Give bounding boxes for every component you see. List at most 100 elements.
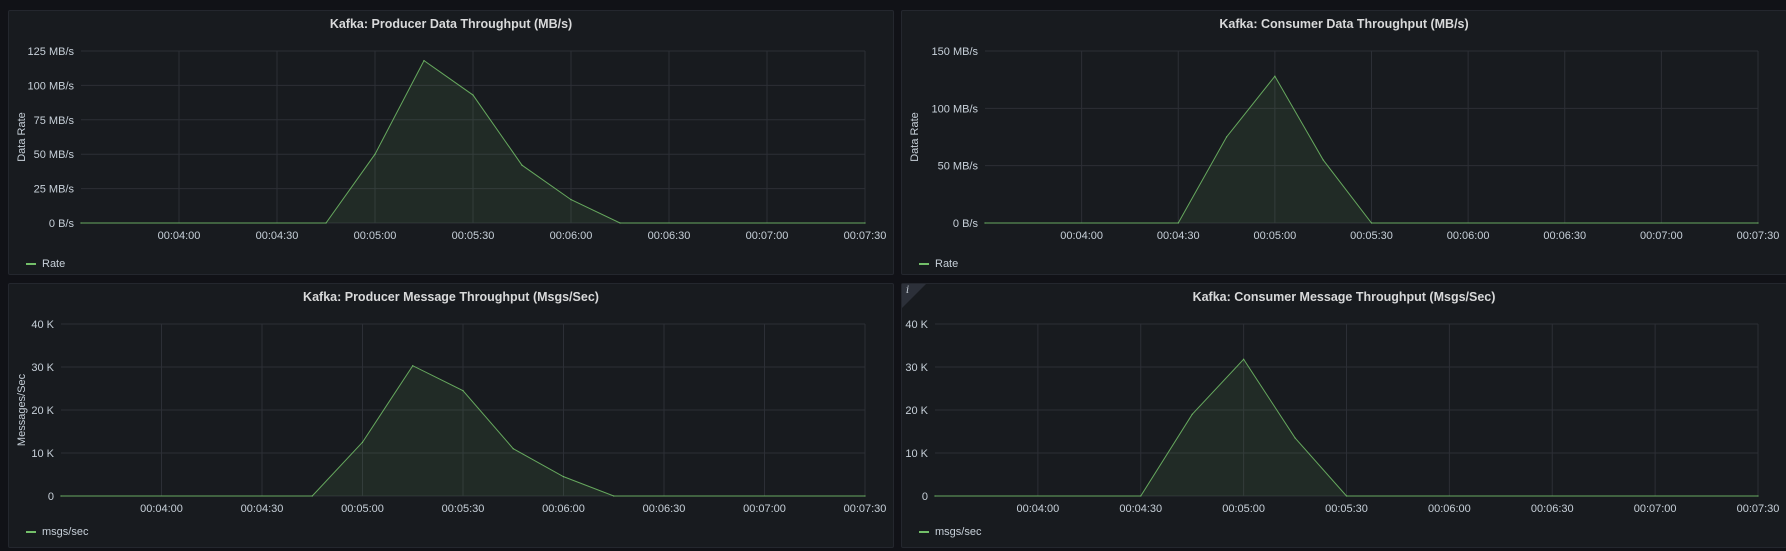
x-tick-label: 00:05:00	[1253, 230, 1296, 242]
x-tick-label: 00:06:00	[550, 230, 593, 242]
y-tick-label: 0	[48, 491, 54, 503]
legend-label: Rate	[935, 258, 959, 270]
data-point	[613, 495, 615, 497]
legend[interactable]: msgs/sec	[919, 526, 981, 538]
y-tick-label: 50 MB/s	[938, 161, 979, 173]
data-point	[1274, 75, 1276, 77]
data-point	[1345, 495, 1348, 497]
legend[interactable]: Rate	[919, 258, 958, 270]
legend[interactable]: Rate	[26, 258, 65, 270]
data-point	[521, 164, 523, 166]
data-point	[60, 495, 62, 497]
x-tick-label: 00:05:30	[452, 230, 495, 242]
x-tick-label: 00:04:30	[1157, 230, 1200, 242]
legend-swatch	[26, 531, 36, 533]
x-tick-label: 00:06:30	[1543, 230, 1586, 242]
x-tick-label: 00:04:00	[1060, 230, 1103, 242]
consumer-data-throughput-chart: 0 B/s 50 MB/s 100 MB/s 150 MB/s 00:04:00 00:0…	[909, 46, 1780, 242]
y-tick-label: 0 B/s	[953, 218, 979, 230]
consumer-message-throughput-chart: 0 10 K 20 K 30 K 40 K 00:04:00 00:04:30 00:05:0…	[905, 319, 1779, 515]
x-tick-label: 00:05:00	[354, 230, 397, 242]
x-tick-label: 00:04:00	[1016, 503, 1059, 515]
data-point	[512, 448, 514, 450]
data-point	[864, 222, 866, 224]
legend-swatch	[26, 263, 36, 265]
data-point	[1225, 136, 1228, 138]
x-tick-label: 00:04:30	[241, 503, 284, 515]
data-point	[412, 365, 414, 367]
data-point	[934, 495, 936, 497]
y-tick-label: 125 MB/s	[28, 46, 75, 58]
x-tick-label: 00:06:00	[1447, 230, 1490, 242]
data-point	[1322, 159, 1324, 161]
data-point	[1191, 413, 1193, 415]
x-tick-label: 00:07:30	[844, 503, 887, 515]
data-point	[80, 222, 82, 224]
data-point	[570, 199, 572, 201]
legend-label: Rate	[42, 258, 66, 270]
x-tick-label: 00:07:00	[743, 503, 786, 515]
data-point	[1294, 437, 1296, 439]
data-point	[1243, 358, 1245, 360]
x-tick-label: 00:05:00	[341, 503, 384, 515]
x-tick-label: 00:07:30	[1737, 230, 1780, 242]
x-tick-label: 00:05:00	[1222, 503, 1265, 515]
x-tick-label: 00:06:00	[1428, 503, 1471, 515]
y-axis-label: Data Rate	[16, 112, 28, 162]
data-point	[462, 390, 464, 392]
y-tick-label: 75 MB/s	[34, 115, 75, 127]
producer-message-throughput-panel[interactable]: Kafka: Producer Message Throughput (Msgs…	[8, 283, 894, 548]
data-point	[1177, 222, 1179, 224]
y-tick-label: 20 K	[905, 405, 928, 417]
x-tick-label: 00:04:30	[256, 230, 299, 242]
legend-swatch	[919, 263, 929, 265]
producer-data-throughput-chart: 0 B/s 25 MB/s 50 MB/s 75 MB/s 100 MB/s 125 MB…	[16, 46, 887, 242]
y-axis-label: Data Rate	[909, 112, 921, 162]
y-tick-label: 10 K	[31, 448, 54, 460]
data-point	[1140, 495, 1142, 497]
consumer-message-throughput-panel[interactable]: i Kafka: Consumer Message Throughput (Ms…	[901, 283, 1786, 548]
y-tick-label: 30 K	[31, 362, 54, 374]
x-tick-label: 00:05:30	[442, 503, 485, 515]
producer-data-throughput-panel[interactable]: Kafka: Producer Data Throughput (MB/s) 0…	[8, 10, 894, 275]
x-tick-label: 00:05:30	[1350, 230, 1393, 242]
y-tick-label: 50 MB/s	[34, 149, 75, 161]
consumer-data-throughput-panel[interactable]: Kafka: Consumer Data Throughput (MB/s) 0…	[901, 10, 1786, 275]
y-tick-label: 100 MB/s	[932, 103, 979, 115]
legend[interactable]: msgs/sec	[26, 526, 88, 538]
y-axis-label: Messages/Sec	[16, 373, 28, 446]
y-tick-label: 0 B/s	[49, 218, 75, 230]
y-tick-label: 150 MB/s	[932, 46, 979, 58]
x-tick-label: 00:07:00	[1634, 503, 1677, 515]
x-tick-label: 00:06:00	[542, 503, 585, 515]
data-point	[423, 60, 425, 62]
data-point	[472, 94, 474, 96]
x-tick-label: 00:04:00	[140, 503, 183, 515]
y-tick-label: 0	[922, 491, 928, 503]
data-point	[325, 222, 327, 224]
y-tick-label: 20 K	[31, 405, 54, 417]
producer-message-throughput-chart: 0 10 K 20 K 30 K 40 K 00:04:00 00:04:30 00:05:0…	[16, 319, 887, 515]
data-point	[1757, 222, 1759, 224]
x-tick-label: 00:04:30	[1119, 503, 1162, 515]
x-tick-label: 00:07:30	[844, 230, 887, 242]
data-point	[1370, 222, 1373, 224]
x-tick-label: 00:05:30	[1325, 503, 1368, 515]
x-tick-label: 00:06:30	[1531, 503, 1574, 515]
y-tick-label: 100 MB/s	[28, 80, 75, 92]
y-tick-label: 25 MB/s	[34, 184, 75, 196]
legend-label: msgs/sec	[935, 526, 982, 538]
x-tick-label: 00:06:30	[648, 230, 691, 242]
legend-swatch	[919, 531, 929, 533]
x-tick-label: 00:04:00	[158, 230, 201, 242]
y-tick-label: 10 K	[905, 448, 928, 460]
data-point	[562, 476, 565, 478]
y-tick-label: 30 K	[905, 362, 928, 374]
data-point	[619, 222, 621, 224]
x-tick-label: 00:06:30	[643, 503, 686, 515]
data-point	[984, 222, 986, 224]
y-tick-label: 40 K	[31, 319, 54, 331]
x-tick-label: 00:07:00	[1640, 230, 1683, 242]
data-point	[361, 441, 364, 443]
legend-label: msgs/sec	[42, 526, 89, 538]
